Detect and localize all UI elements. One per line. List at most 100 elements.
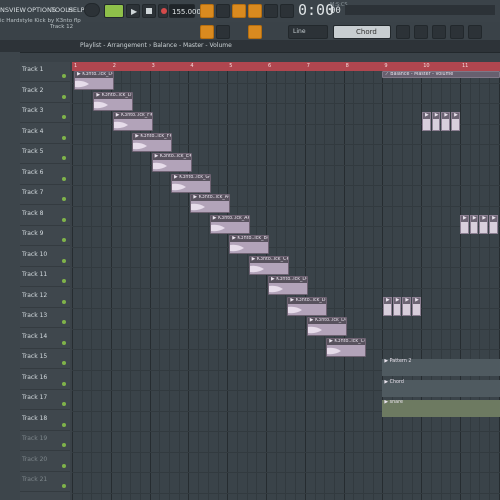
track-mute-led[interactable] (62, 299, 66, 304)
pattern-clip[interactable]: ▶ (383, 296, 392, 316)
wait-button[interactable] (216, 4, 230, 18)
audio-clip[interactable]: ▶ K3nto..ick_A# (209, 214, 250, 234)
audio-clip[interactable]: ▶ K3nto..ick_B# (229, 235, 270, 254)
track-mute-led[interactable] (62, 340, 66, 345)
pattern-clip[interactable]: ▶ (422, 112, 431, 131)
track-header[interactable]: Track 16 (20, 370, 70, 390)
pattern-clip[interactable]: ▶ (431, 112, 441, 131)
track-mute-led[interactable] (62, 115, 66, 119)
audio-clip[interactable]: ▶ K3nto..ick_D# (287, 296, 328, 316)
track-mute-led[interactable] (62, 422, 66, 427)
audio-clip[interactable]: ▶ K3nto..ick_C# (326, 337, 367, 357)
pattern-clip[interactable]: ▶ (469, 214, 479, 234)
track-mute-led[interactable] (62, 402, 66, 406)
track-header[interactable]: Track 11 (20, 267, 70, 287)
track-mute-led[interactable] (62, 443, 66, 447)
track-mute-led[interactable] (62, 217, 66, 222)
chord-select[interactable]: Chord (333, 25, 391, 39)
pattern-lane[interactable]: ▶ snare (382, 400, 500, 417)
audio-clip[interactable]: ▶ K3nto..ick_F# (132, 132, 173, 152)
stop-button[interactable] (142, 4, 156, 18)
pattern-lane[interactable]: ▶ Chord (382, 379, 500, 397)
track-header[interactable]: Track 7 (20, 185, 70, 205)
track-header[interactable]: Track 17 (20, 390, 70, 410)
audio-clip[interactable]: ▶ K3nto..ick_E# (151, 153, 192, 172)
track-header[interactable]: Track 15 (20, 349, 70, 369)
pattern-clip[interactable]: ▶ (479, 214, 489, 234)
audio-clip[interactable]: ▶ K3nto..ick_D# (74, 71, 114, 90)
track-header[interactable]: Track 5 (20, 144, 70, 164)
track-header[interactable]: Track 13 (20, 308, 70, 328)
track-header[interactable]: Track 2 (20, 83, 70, 103)
track-mute-led[interactable] (62, 361, 66, 365)
pattern-clip[interactable]: ▶ (489, 214, 498, 234)
pattern-mode-button[interactable] (104, 4, 124, 18)
snap-select[interactable]: Line (288, 25, 328, 39)
pattern-lane[interactable]: ▶ Pattern 2 (382, 359, 500, 376)
pattern-clip[interactable]: ▶ (460, 214, 469, 234)
menu-help[interactable]: HELP (68, 6, 85, 14)
track-header[interactable]: Track 20 (20, 452, 70, 472)
track-header[interactable]: Track 21 (20, 472, 70, 492)
pattern-clip[interactable]: ▶ (392, 296, 402, 316)
track-header[interactable]: Track 9 (20, 226, 70, 246)
automation-clip[interactable]: ⟋ Balance - Master - Volume (382, 71, 500, 78)
piano-roll-button[interactable] (432, 25, 446, 39)
track-mute-led[interactable] (62, 484, 66, 488)
audio-clip[interactable]: ▶ K3nto..ick_G# (171, 173, 211, 193)
audio-clip[interactable]: ▶ K3nto..ick_D# (306, 317, 347, 336)
track-mute-led[interactable] (62, 94, 66, 99)
audio-clip[interactable]: ▶ K3nto..ick_F# (112, 112, 153, 131)
audio-clip[interactable]: ▶ K3nto..ick_C# (248, 255, 289, 275)
track-mute-led[interactable] (62, 197, 66, 201)
track-header[interactable]: Track 6 (20, 165, 70, 185)
draw-tool-button[interactable] (200, 25, 214, 39)
pat-song-toggle[interactable] (84, 3, 100, 17)
track-mute-led[interactable] (62, 176, 66, 181)
countdown-button[interactable] (232, 4, 246, 18)
track-header[interactable]: Track 4 (20, 124, 70, 144)
track-header[interactable]: Track 3 (20, 103, 70, 123)
track-mute-led[interactable] (62, 156, 66, 160)
tempo-display[interactable]: 155.000 (169, 4, 201, 18)
pattern-clip[interactable]: ▶ (412, 296, 421, 316)
track-header[interactable]: Track 1 (20, 62, 70, 82)
playlist-breadcrumb[interactable]: Playlist - Arrangement › Balance - Maste… (80, 42, 232, 49)
track-mute-led[interactable] (62, 463, 66, 468)
timeline-ruler[interactable]: 1 2 3 4 5 6 7 8 9 10 11 (72, 62, 500, 71)
track-mute-led[interactable] (62, 74, 66, 78)
paint-tool-button[interactable] (216, 25, 230, 39)
playlist-button[interactable] (468, 25, 482, 39)
audio-clip[interactable]: ▶ K3nto..ick_D# (268, 276, 308, 295)
pattern-clip[interactable]: ▶ (402, 296, 412, 316)
track-header[interactable]: Track 12 (20, 288, 70, 308)
track-mute-led[interactable] (62, 258, 66, 263)
track-header[interactable]: Track 8 (20, 206, 70, 226)
audio-clip[interactable]: ▶ K3nto..ick_D (93, 91, 134, 111)
track-header[interactable]: Track 10 (20, 247, 70, 267)
loop-record-button[interactable] (248, 4, 262, 18)
play-button[interactable]: ▶ (126, 4, 140, 18)
blend-button[interactable] (264, 4, 278, 18)
record-button[interactable] (158, 4, 168, 18)
step-edit-button[interactable] (280, 4, 294, 18)
link-tool-button[interactable] (248, 25, 262, 39)
metronome-button[interactable] (200, 4, 214, 18)
track-header[interactable]: Track 19 (20, 431, 70, 451)
audio-clip[interactable]: ▶ K3nto..ick_A# (190, 194, 231, 213)
menu-ns[interactable]: NS (0, 6, 9, 14)
track-mute-led[interactable] (62, 279, 66, 283)
pattern-clip[interactable]: ▶ (451, 112, 460, 131)
playlist-grid[interactable]: ▶ K3nto..ick_D# ▶ K3nto..ick_D ▶ K3nto..ic… (72, 71, 500, 500)
track-mute-led[interactable] (62, 238, 66, 242)
menu-view[interactable]: VIEW (9, 6, 26, 14)
track-header[interactable]: Track 14 (20, 329, 70, 349)
track-header[interactable]: Track 18 (20, 411, 70, 431)
browser-button[interactable] (396, 25, 410, 39)
mixer-button[interactable] (450, 25, 464, 39)
pattern-clip[interactable]: ▶ (441, 112, 451, 131)
track-mute-led[interactable] (62, 135, 66, 140)
time-display[interactable]: 0:00 (298, 1, 334, 19)
track-mute-led[interactable] (62, 320, 66, 324)
track-mute-led[interactable] (62, 381, 66, 386)
